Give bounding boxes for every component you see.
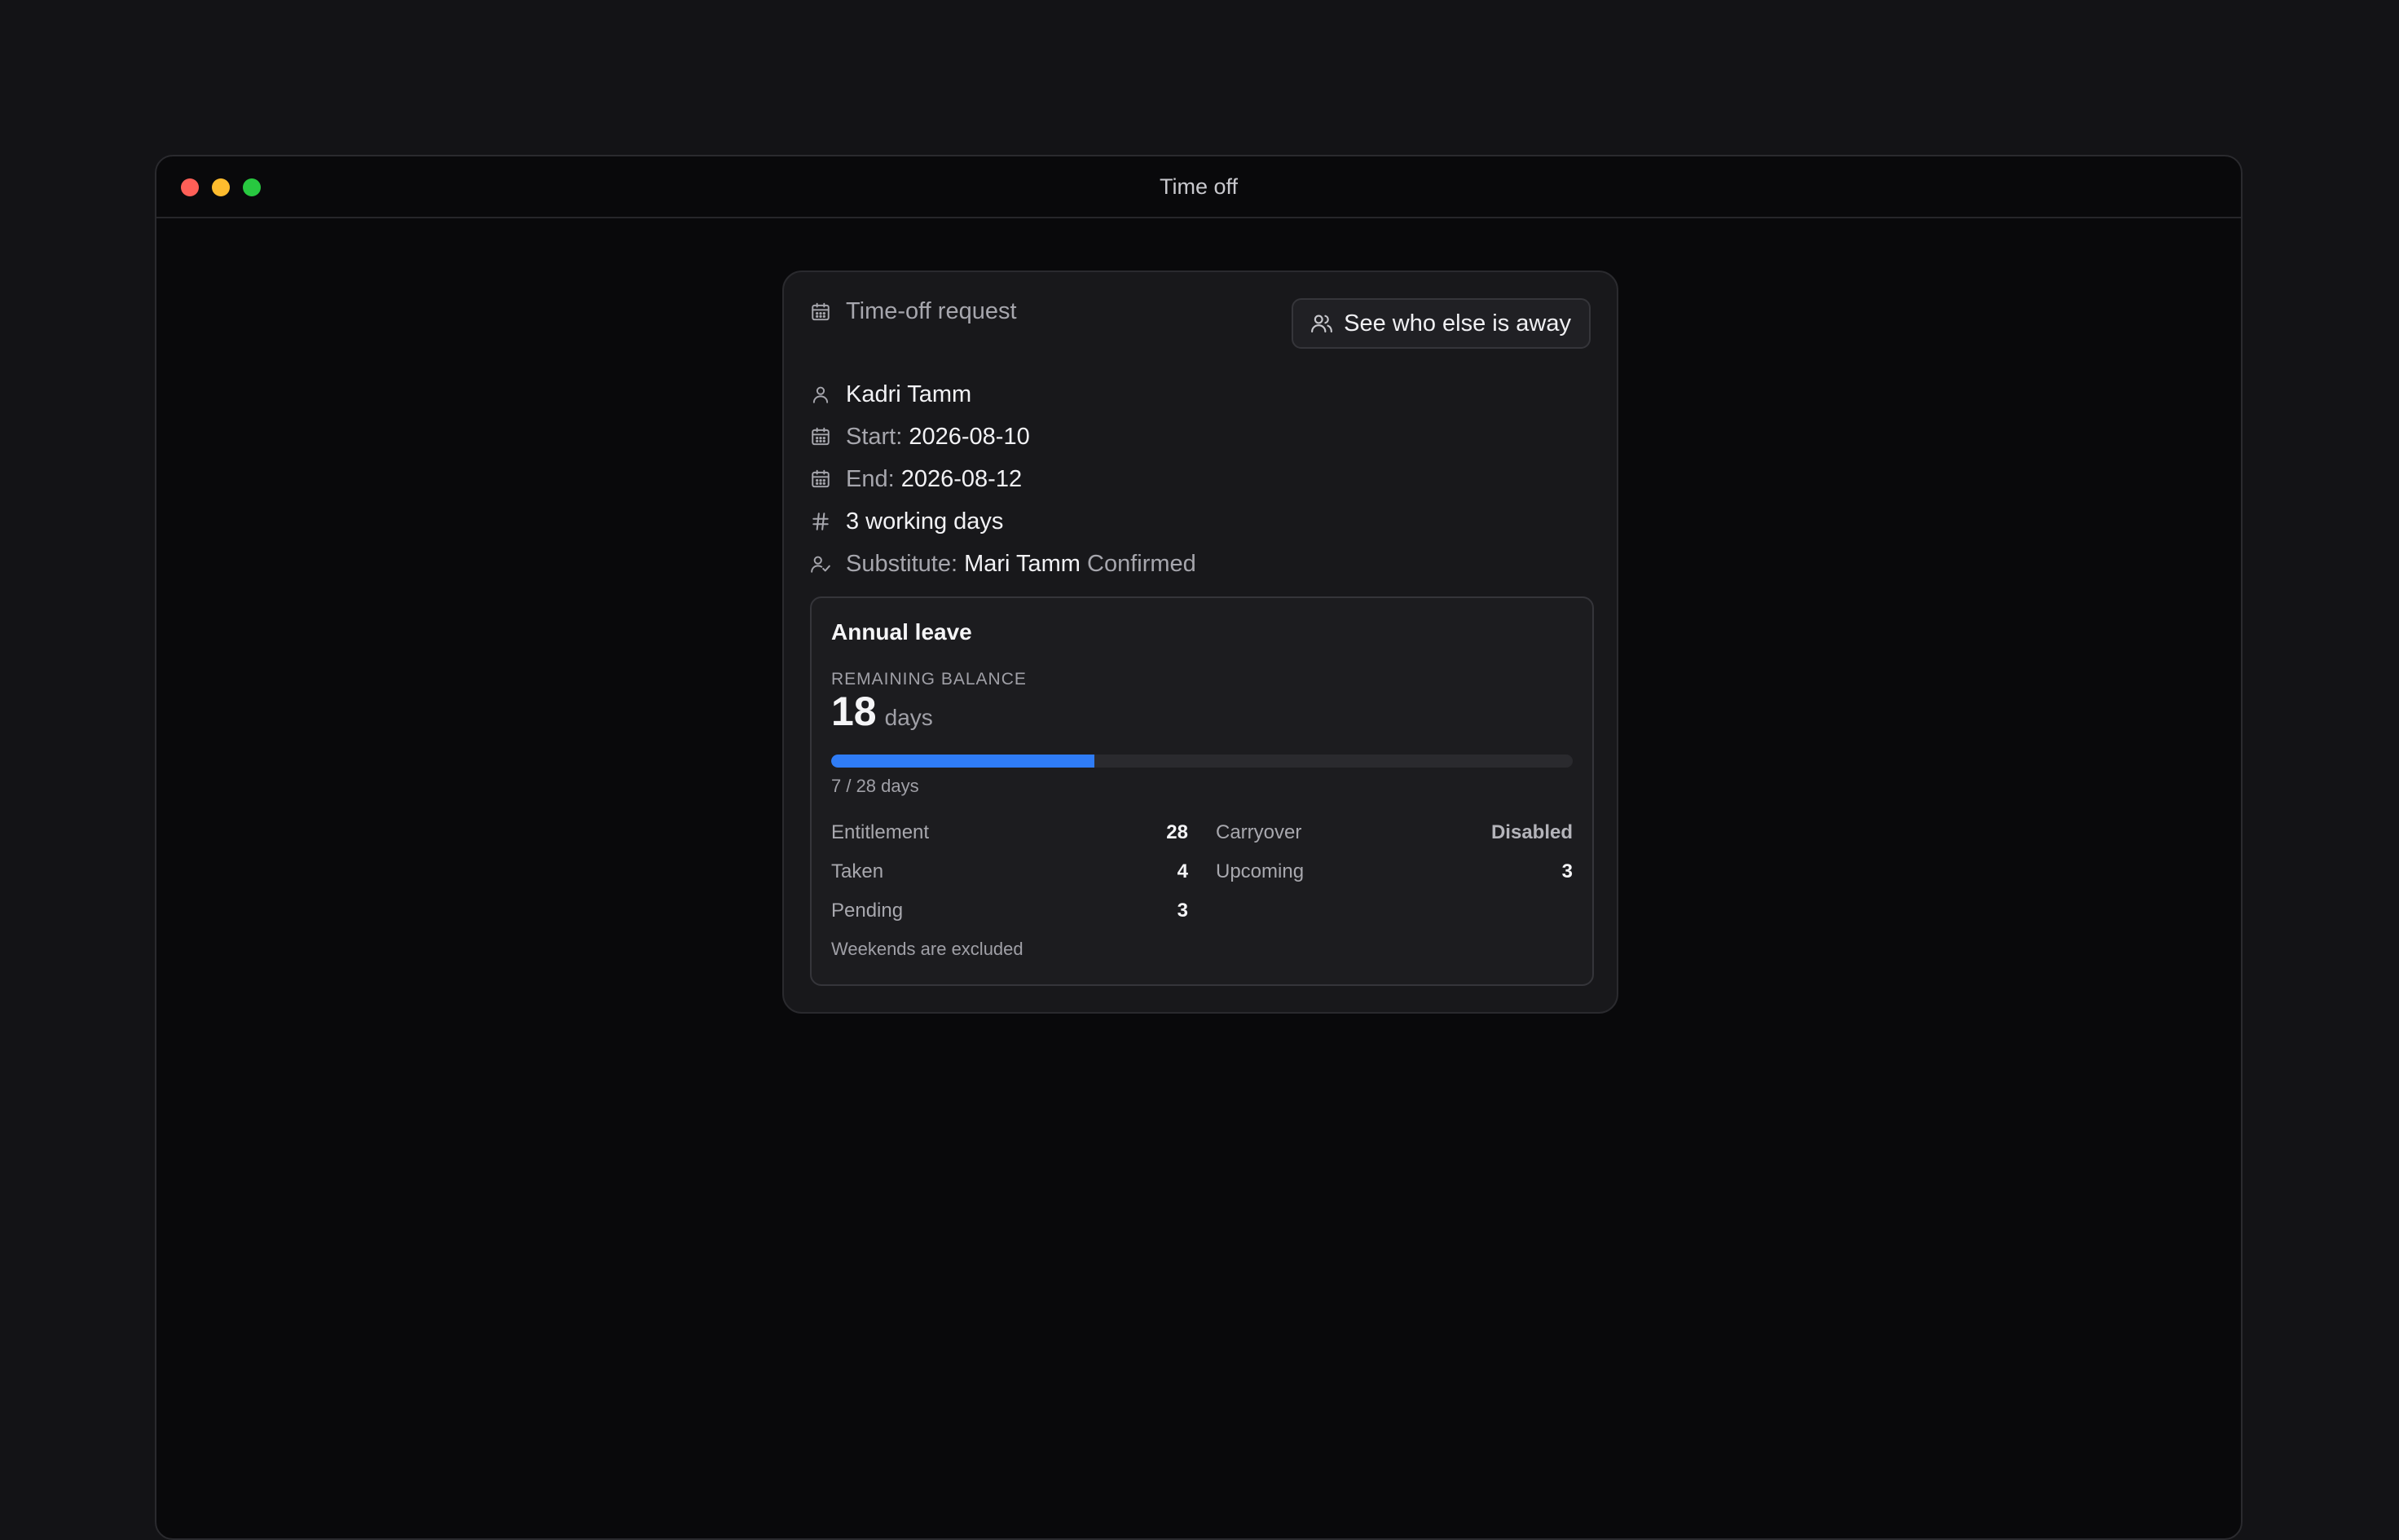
stat-upcoming: Upcoming 3 — [1216, 852, 1573, 891]
stat-taken: Taken 4 — [831, 852, 1188, 891]
leave-usage-progress-fill — [831, 755, 1095, 768]
stat-entitlement: Entitlement 28 — [831, 813, 1188, 852]
user-check-icon — [810, 553, 831, 574]
duration-row: 3 working days — [810, 500, 1196, 543]
end-label: End: — [846, 465, 895, 492]
stat-label: Taken — [831, 860, 884, 882]
leave-usage-caption: 7 / 28 days — [831, 776, 919, 796]
end-date-row: End: 2026-08-12 — [810, 458, 1196, 500]
stat-carryover: Carryover Disabled — [1216, 813, 1573, 852]
stat-value: 3 — [1561, 860, 1573, 882]
app-window: Time off Time-off request See who else i… — [155, 155, 2243, 1540]
stat-label: Carryover — [1216, 821, 1302, 843]
time-off-request-card: Time-off request See who else is away Ka… — [782, 271, 1618, 1014]
user-icon — [810, 384, 831, 405]
see-who-else-is-away-button[interactable]: See who else is away — [1292, 298, 1591, 349]
remaining-balance-label: REMAINING BALANCE — [831, 670, 1027, 689]
annual-leave-panel: Annual leave REMAINING BALANCE 18 days 7… — [810, 596, 1594, 986]
hash-icon — [810, 511, 831, 532]
stat-label: Upcoming — [1216, 860, 1305, 882]
title-bar: Time off — [156, 156, 2241, 218]
stat-pending: Pending 3 — [831, 891, 1188, 931]
substitute-name: Mari Tamm — [964, 550, 1081, 577]
leave-usage-progress-bar — [831, 755, 1573, 768]
leave-stats-left-column: Entitlement 28 Taken 4 Pending 3 — [831, 813, 1188, 931]
substitute-label: Substitute: — [846, 550, 958, 577]
stat-value: Disabled — [1490, 821, 1573, 843]
stat-value: 4 — [1177, 860, 1188, 882]
window-title: Time off — [1159, 174, 1239, 199]
stat-value: 28 — [1166, 821, 1188, 843]
users-icon — [1310, 311, 1334, 336]
leave-type-title: Annual leave — [831, 619, 972, 645]
stat-value: 3 — [1177, 900, 1188, 922]
calendar-icon — [810, 301, 831, 323]
substitute-row: Substitute: Mari Tamm Confirmed — [810, 543, 1196, 585]
start-date-value: 2026-08-10 — [909, 423, 1030, 450]
leave-stats-right-column: Carryover Disabled Upcoming 3 — [1216, 813, 1573, 931]
calendar-icon — [810, 469, 831, 490]
remaining-balance-value: 18 — [831, 689, 877, 734]
stat-label: Pending — [831, 900, 904, 922]
remaining-balance: 18 days — [831, 688, 933, 735]
start-label: Start: — [846, 423, 903, 450]
calendar-icon — [810, 426, 831, 447]
request-details: Kadri Tamm Start: 2026-08-10 End: 2026-0… — [810, 373, 1196, 585]
employee-name: Kadri Tamm — [846, 381, 972, 407]
working-days-text: 3 working days — [846, 508, 1004, 535]
card-header: Time-off request — [810, 298, 1017, 325]
remaining-balance-unit: days — [884, 705, 933, 730]
see-who-else-is-away-label: See who else is away — [1344, 310, 1571, 337]
start-date-row: Start: 2026-08-10 — [810, 416, 1196, 458]
stat-label: Entitlement — [831, 821, 930, 843]
employee-row: Kadri Tamm — [810, 373, 1196, 416]
card-title: Time-off request — [846, 298, 1017, 324]
weekends-excluded-note: Weekends are excluded — [831, 939, 1023, 959]
end-date-value: 2026-08-12 — [900, 465, 1023, 492]
leave-stats: Entitlement 28 Taken 4 Pending 3 Carryov… — [831, 813, 1573, 931]
substitute-status: Confirmed — [1087, 550, 1196, 577]
